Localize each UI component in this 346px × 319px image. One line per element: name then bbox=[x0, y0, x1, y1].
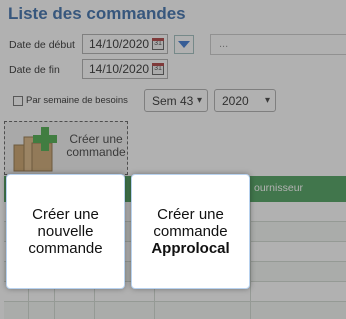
create-approlocal-order-option[interactable]: Créer une commande Approlocal bbox=[131, 174, 250, 289]
approlocal-label: Approlocal bbox=[151, 240, 230, 257]
create-new-order-option[interactable]: Créer une nouvelle commande bbox=[6, 174, 125, 289]
